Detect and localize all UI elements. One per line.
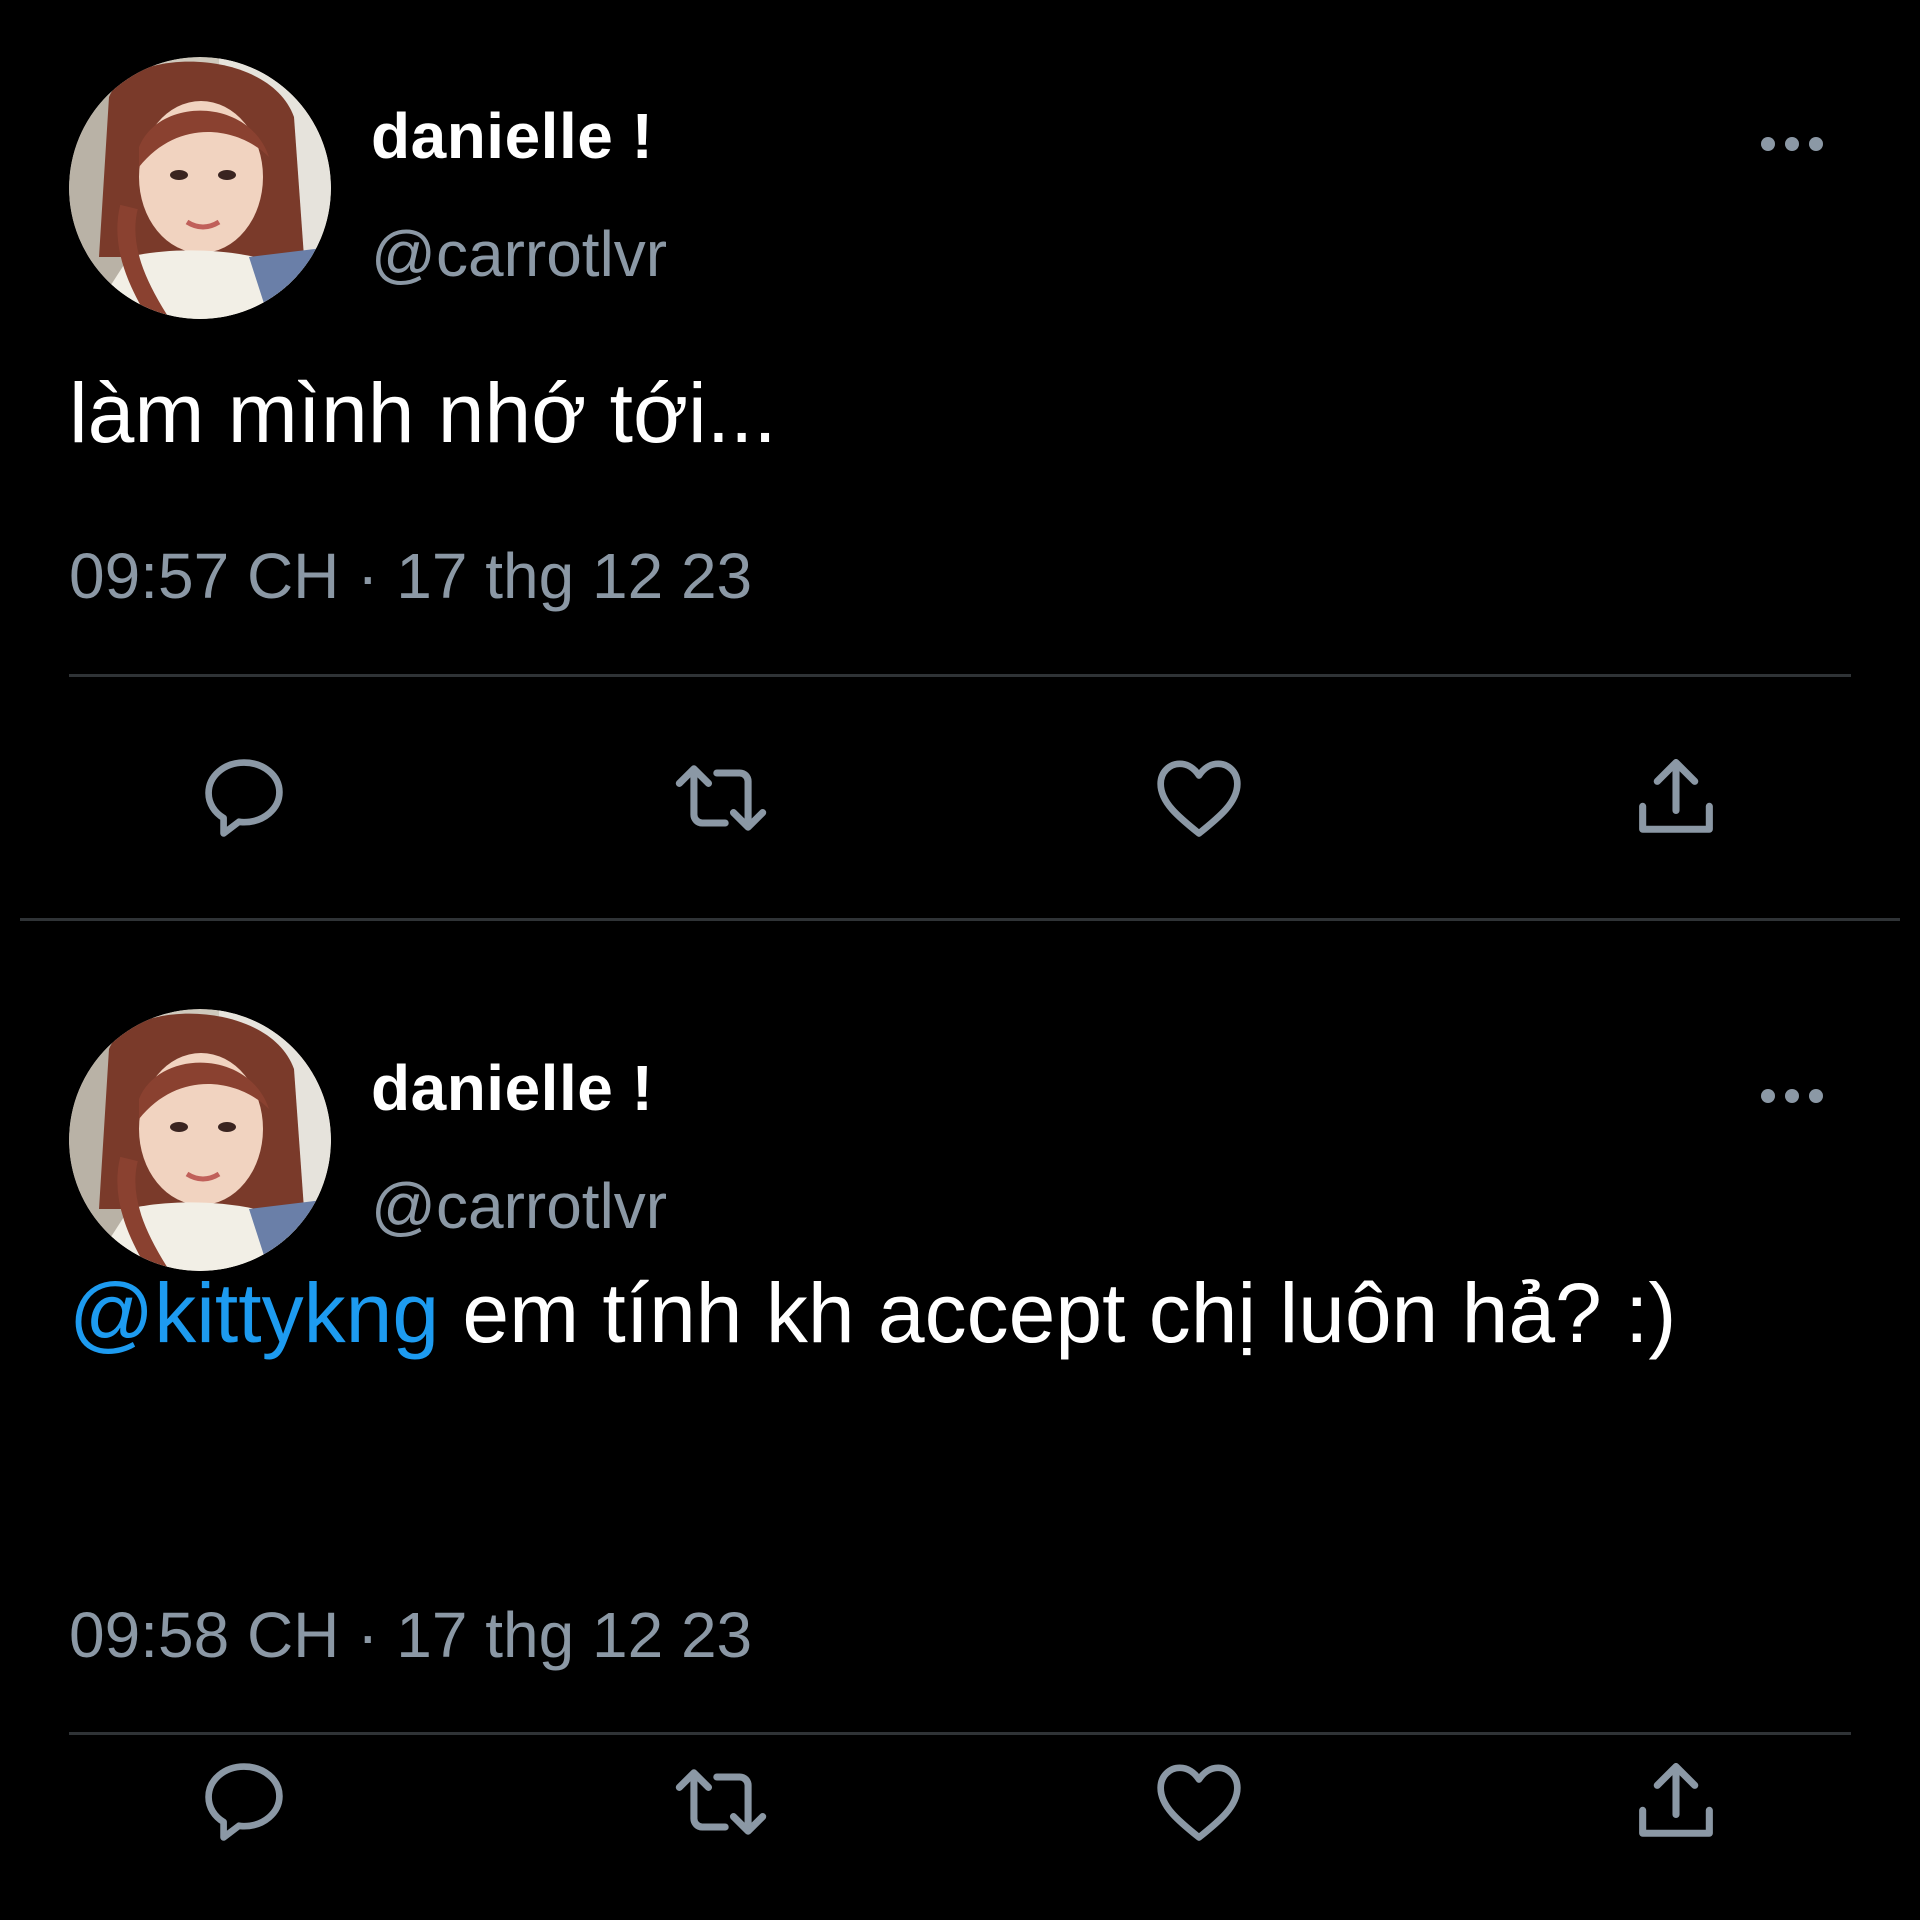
- more-options-button[interactable]: [1756, 1072, 1828, 1120]
- share-icon: [1639, 1763, 1713, 1837]
- avatar[interactable]: [69, 57, 331, 319]
- tweet-body: làm mình nhớ tới...: [69, 366, 777, 460]
- avatar-image: [69, 1009, 331, 1271]
- user-handle[interactable]: @carrotlvr: [371, 1170, 667, 1242]
- retweet-button[interactable]: [661, 738, 781, 858]
- tweet-body: em tính kh accept chị luôn hả? :): [439, 1266, 1677, 1360]
- tweet[interactable]: danielle ! @carrotlvr @kittykng em tính …: [0, 952, 1920, 1920]
- heart-icon: [1157, 1764, 1241, 1841]
- avatar[interactable]: [69, 1009, 331, 1271]
- share-button[interactable]: [1616, 1742, 1736, 1862]
- reply-button[interactable]: [184, 1742, 304, 1862]
- meta-separator: ·: [357, 540, 379, 612]
- share-icon: [1639, 759, 1713, 833]
- tweet-actions: [0, 738, 1920, 858]
- display-name[interactable]: danielle !: [371, 1052, 653, 1124]
- reply-icon: [205, 759, 283, 837]
- tweet-text: @kittykng em tính kh accept chị luôn hả?…: [69, 1258, 1829, 1368]
- meta-separator: ·: [357, 1599, 379, 1671]
- divider: [69, 674, 1851, 677]
- display-name[interactable]: danielle !: [371, 100, 653, 172]
- reply-icon: [205, 1763, 283, 1841]
- share-button[interactable]: [1616, 738, 1736, 858]
- like-button[interactable]: [1139, 1742, 1259, 1862]
- tweet-timestamp[interactable]: 09:57 CH · 17 thg 12 23: [69, 540, 752, 612]
- avatar-image: [69, 57, 331, 319]
- more-horizontal-icon: [1761, 137, 1823, 151]
- tweet-text: làm mình nhớ tới...: [69, 358, 1829, 468]
- tweet-date: 17 thg 12 23: [396, 1599, 753, 1671]
- retweet-icon: [675, 1769, 767, 1835]
- tweet-actions: [0, 1742, 1920, 1862]
- tweet-separator: [20, 918, 1900, 921]
- reply-button[interactable]: [184, 738, 304, 858]
- retweet-button[interactable]: [661, 1742, 781, 1862]
- tweet[interactable]: danielle ! @carrotlvr làm mình nhớ tới..…: [0, 0, 1920, 920]
- tweet-time: 09:58 CH: [69, 1599, 340, 1671]
- tweet-time: 09:57 CH: [69, 540, 340, 612]
- tweet-timestamp[interactable]: 09:58 CH · 17 thg 12 23: [69, 1599, 752, 1671]
- more-horizontal-icon: [1761, 1089, 1823, 1103]
- retweet-icon: [675, 765, 767, 831]
- mention-link[interactable]: @kittykng: [69, 1266, 439, 1360]
- divider: [69, 1732, 1851, 1735]
- tweet-date: 17 thg 12 23: [396, 540, 753, 612]
- more-options-button[interactable]: [1756, 120, 1828, 168]
- like-button[interactable]: [1139, 738, 1259, 858]
- user-handle[interactable]: @carrotlvr: [371, 218, 667, 290]
- heart-icon: [1157, 760, 1241, 837]
